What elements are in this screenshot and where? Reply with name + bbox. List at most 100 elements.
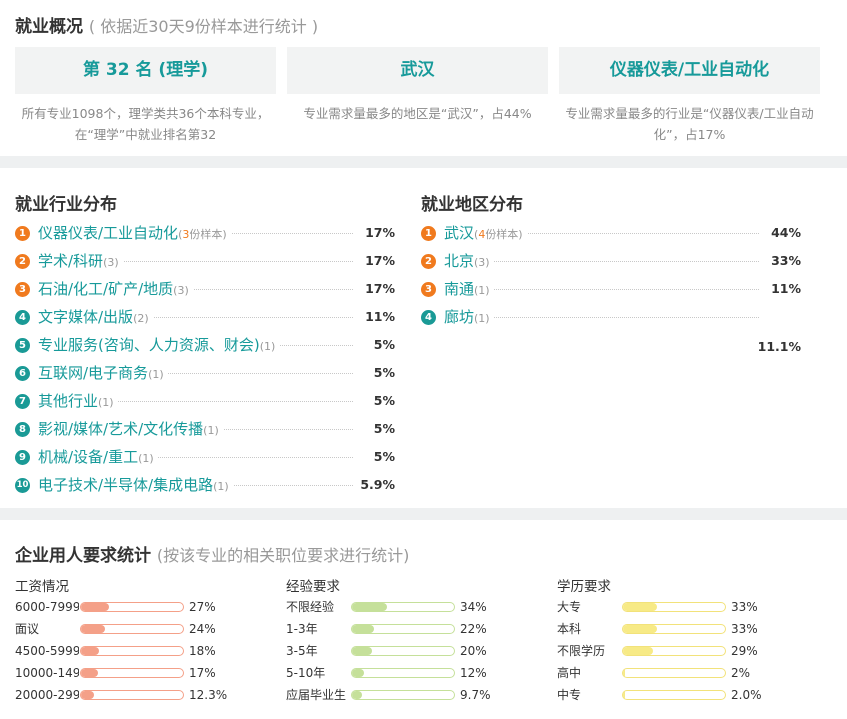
requirement-label: 5-10年 bbox=[286, 666, 326, 680]
region-name[interactable]: 武汉(4份样本) bbox=[444, 219, 527, 249]
requirement-bar-fill bbox=[352, 691, 362, 699]
region-extra-percent: 11.1% bbox=[757, 339, 801, 354]
industry-name[interactable]: 机械/设备/重工(1) bbox=[38, 443, 158, 473]
requirement-value: 2% bbox=[731, 666, 751, 680]
requirement-label: 20000-29999 bbox=[15, 688, 79, 702]
top-region-description: 专业需求量最多的地区是“武汉”，占44% bbox=[303, 106, 532, 121]
requirement-value: 20% bbox=[460, 644, 487, 658]
industry-name[interactable]: 专业服务(咨询、人力资源、财会)(1) bbox=[38, 331, 280, 361]
requirement-label: 不限学历 bbox=[557, 644, 606, 658]
requirement-bar bbox=[622, 646, 726, 656]
requirement-bar bbox=[80, 646, 184, 656]
region-row[interactable]: 4 廊坊(1) bbox=[421, 303, 801, 333]
requirement-row: 不限经验 34% bbox=[286, 598, 536, 616]
industry-row[interactable]: 5 专业服务(咨询、人力资源、财会)(1) 5% bbox=[15, 331, 395, 361]
industry-percent: 17% bbox=[365, 253, 395, 268]
industry-name[interactable]: 文字媒体/出版(2) bbox=[38, 303, 153, 333]
sample-count-number: 4 bbox=[478, 228, 486, 241]
requirement-row: 6000-7999 27% bbox=[15, 598, 265, 616]
requirement-label: 高中 bbox=[557, 666, 582, 680]
industry-title: 就业行业分布 bbox=[15, 195, 117, 215]
requirement-row: 1-3年 22% bbox=[286, 620, 536, 638]
requirement-column-title: 工资情况 bbox=[15, 579, 69, 595]
region-row[interactable]: 3 南通(1) 11% bbox=[421, 275, 801, 305]
requirement-row: 5-10年 12% bbox=[286, 664, 536, 682]
requirement-value: 12.3% bbox=[189, 688, 228, 702]
requirement-bar bbox=[351, 602, 455, 612]
rank-number: 8 bbox=[15, 422, 30, 437]
requirement-value: 34% bbox=[460, 600, 487, 614]
rank-number: 4 bbox=[15, 310, 30, 325]
sample-count: (3) bbox=[474, 256, 490, 269]
top-region-box: 武汉 bbox=[287, 47, 548, 94]
region-name[interactable]: 廊坊(1) bbox=[444, 303, 494, 333]
industry-percent: 17% bbox=[365, 225, 395, 240]
industry-name[interactable]: 仪器仪表/工业自动化(3份样本) bbox=[38, 219, 231, 249]
sample-count: (2) bbox=[133, 312, 149, 325]
requirement-value: 12% bbox=[460, 666, 487, 680]
sample-count: (1) bbox=[203, 424, 219, 437]
industry-name[interactable]: 互联网/电子商务(1) bbox=[38, 359, 168, 389]
requirement-row: 10000-14999 17% bbox=[15, 664, 265, 682]
industry-name[interactable]: 电子技术/半导体/集成电路(1) bbox=[38, 471, 233, 501]
requirement-row: 4500-5999 18% bbox=[15, 642, 265, 660]
requirement-bar-fill bbox=[81, 669, 99, 677]
requirement-bar-fill bbox=[623, 647, 653, 655]
rank-number: 6 bbox=[15, 366, 30, 381]
region-name[interactable]: 北京(3) bbox=[444, 247, 494, 277]
requirement-value: 18% bbox=[189, 644, 216, 658]
region-row[interactable]: 1 武汉(4份样本) 44% bbox=[421, 219, 801, 249]
rank-number: 1 bbox=[421, 226, 436, 241]
requirement-value: 27% bbox=[189, 600, 216, 614]
rank-number: 2 bbox=[421, 254, 436, 269]
sample-count: (1) bbox=[259, 340, 276, 353]
sample-count: (3) bbox=[173, 284, 189, 297]
overview-heading: 就业概况 ( 依据近30天9份样本进行统计 ) bbox=[15, 12, 318, 37]
sample-count-number: 3 bbox=[182, 228, 190, 241]
industry-row[interactable]: 6 互联网/电子商务(1) 5% bbox=[15, 359, 395, 389]
region-row[interactable]: 2 北京(3) 33% bbox=[421, 247, 801, 277]
industry-name[interactable]: 学术/科研(3) bbox=[38, 247, 123, 277]
sample-count: (3份样本) bbox=[178, 228, 227, 241]
industry-row[interactable]: 10 电子技术/半导体/集成电路(1) 5.9% bbox=[15, 471, 395, 501]
requirement-bar-fill bbox=[623, 603, 657, 611]
industry-row[interactable]: 9 机械/设备/重工(1) 5% bbox=[15, 443, 395, 473]
requirement-bar bbox=[80, 624, 184, 634]
overview-section: 就业概况 ( 依据近30天9份样本进行统计 ) 第 32 名 (理学) 武汉 仪… bbox=[0, 0, 847, 156]
requirement-label: 应届毕业生 bbox=[286, 688, 347, 702]
industry-name[interactable]: 石油/化工/矿产/地质(3) bbox=[38, 275, 193, 305]
requirement-label: 3-5年 bbox=[286, 644, 318, 658]
industry-row[interactable]: 8 影视/媒体/艺术/文化传播(1) 5% bbox=[15, 415, 395, 445]
requirement-value: 9.7% bbox=[460, 688, 491, 702]
region-title: 就业地区分布 bbox=[421, 195, 523, 215]
industry-row[interactable]: 7 其他行业(1) 5% bbox=[15, 387, 395, 417]
industry-percent: 5% bbox=[373, 421, 395, 436]
requirement-label: 10000-14999 bbox=[15, 666, 79, 680]
dotted-leader bbox=[481, 317, 759, 318]
industry-name[interactable]: 影视/媒体/艺术/文化传播(1) bbox=[38, 415, 223, 445]
rank-number: 4 bbox=[421, 310, 436, 325]
industry-row[interactable]: 4 文字媒体/出版(2) 11% bbox=[15, 303, 395, 333]
requirement-row: 不限学历 29% bbox=[557, 642, 807, 660]
requirement-value: 29% bbox=[731, 644, 758, 658]
rank-number: 7 bbox=[15, 394, 30, 409]
requirement-bar bbox=[622, 668, 726, 678]
industry-row[interactable]: 1 仪器仪表/工业自动化(3份样本) 17% bbox=[15, 219, 395, 249]
dotted-leader bbox=[481, 261, 759, 262]
requirement-value: 33% bbox=[731, 622, 758, 636]
requirement-column-title: 学历要求 bbox=[557, 579, 611, 595]
industry-row[interactable]: 3 石油/化工/矿产/地质(3) 17% bbox=[15, 275, 395, 305]
industry-percent: 11% bbox=[365, 309, 395, 324]
requirements-heading: 企业用人要求统计 (按该专业的相关职位要求进行统计) bbox=[15, 541, 409, 566]
region-name[interactable]: 南通(1) bbox=[444, 275, 494, 305]
industry-name[interactable]: 其他行业(1) bbox=[38, 387, 118, 417]
requirement-row: 中专 2.0% bbox=[557, 686, 807, 704]
requirement-bar-fill bbox=[623, 669, 626, 677]
requirement-bar bbox=[80, 690, 184, 700]
rank-number: 5 bbox=[15, 338, 30, 353]
sample-count: (4份样本) bbox=[474, 228, 523, 241]
requirement-label: 6000-7999 bbox=[15, 600, 79, 614]
industry-percent: 5.9% bbox=[360, 477, 395, 492]
requirement-row: 本科 33% bbox=[557, 620, 807, 638]
industry-row[interactable]: 2 学术/科研(3) 17% bbox=[15, 247, 395, 277]
